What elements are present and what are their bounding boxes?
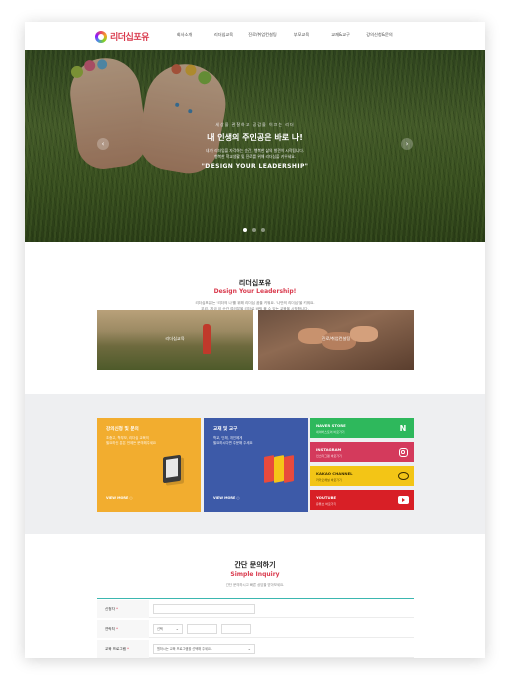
hero-slider: 세상을 관찰하고 공감을 이끄는 리더 내 인생의 주인공은 바로 나! 내가 … xyxy=(25,50,485,242)
photo-card-career[interactable]: 진로/취업컨설팅 xyxy=(258,310,414,370)
social-title: NAVER STORE xyxy=(316,423,346,428)
phone-middle-input[interactable] xyxy=(187,624,217,634)
naver-icon: N xyxy=(399,423,407,433)
hero-quote: "DESIGN YOUR LEADERSHIP" xyxy=(201,163,309,170)
card-description: 필요하신 분은 언제든 문의해주세요 xyxy=(106,441,157,445)
instagram-link[interactable]: INSTAGRAM 인스타그램 바로가기 xyxy=(310,442,414,462)
hero-tagline: 세상을 관찰하고 공감을 이끄는 리더 xyxy=(215,122,295,127)
kakao-channel-link[interactable]: KAKAO CHANNEL 카카오채널 바로가기 xyxy=(310,466,414,486)
chevron-right-icon: › xyxy=(405,140,409,148)
chevron-down-icon: ⌄ xyxy=(175,626,179,631)
photo-card-label: 진로/취업컨설팅 xyxy=(321,336,351,341)
slider-next-button[interactable]: › xyxy=(401,138,413,150)
social-title: KAKAO CHANNEL xyxy=(316,471,353,476)
kakao-icon xyxy=(397,470,409,482)
instagram-icon xyxy=(397,446,409,458)
hero-overlay xyxy=(25,50,485,242)
phone-label: 연락처 * xyxy=(97,620,149,638)
intro-subtitle: Design Your Leadership! xyxy=(213,288,297,295)
slider-dot[interactable] xyxy=(243,228,247,232)
book-icon xyxy=(264,455,274,483)
form-row-phone: 연락처 * 선택 ⌄ xyxy=(97,620,414,638)
phone-last-input[interactable] xyxy=(221,624,251,634)
lecture-inquiry-card[interactable]: 강의신청 및 문의 초중고, 학부모, 리더십 교육의 필요하신 분은 언제든 … xyxy=(97,418,201,512)
slider-dot[interactable] xyxy=(252,228,256,232)
program-select[interactable]: 원하시는 교육 프로그램을 선택해 주세요. ⌄ xyxy=(153,644,255,654)
slider-dot[interactable] xyxy=(261,228,265,232)
intro-description-line1: 리더십포유는 '리더의 나'를 위해 리더십 꿈을 키워요. '나만의 리더십'… xyxy=(195,301,315,305)
book-icon xyxy=(274,455,284,483)
social-description: 카카오채널 바로가기 xyxy=(316,478,342,482)
view-more-link[interactable]: VIEW MORE ○ xyxy=(213,496,239,500)
inquiry-subtitle: Simple Inquiry xyxy=(230,571,280,578)
site-header: 리더십포유 회사소개 리더십교육 진로/취업컨설팅 부모교육 교재&교구 강의신… xyxy=(25,22,485,50)
view-more-link[interactable]: VIEW MORE ○ xyxy=(106,496,132,500)
inquiry-description: 간단 문의하시고 빠른 상담을 받아보세요. xyxy=(225,583,285,587)
form-top-border xyxy=(97,598,414,599)
chevron-down-icon: ⌄ xyxy=(247,646,251,651)
inquiry-title: 간단 문의하기 xyxy=(234,561,276,569)
nav-item-about[interactable]: 회사소개 xyxy=(165,32,204,38)
book-icon xyxy=(284,455,294,483)
chevron-left-icon: ‹ xyxy=(101,140,105,148)
slider-prev-button[interactable]: ‹ xyxy=(97,138,109,150)
nav-item-inquiry[interactable]: 강의신청&문의 xyxy=(360,32,399,38)
social-description: 인스타그램 바로가기 xyxy=(316,454,342,458)
naver-store-link[interactable]: NAVER STORE 네이버스토어 바로가기 N xyxy=(310,418,414,438)
materials-card[interactable]: 교재 및 교구 학교, 단체, 개인에게 필요하시다면 주문해 주세요 VIEW… xyxy=(204,418,308,512)
hero-subtitle-line2: 행복한 학교생활 및 진로를 위해 리더십을 키우세요. xyxy=(214,154,296,159)
photo-card-label: 리더십교육 xyxy=(165,336,185,341)
youtube-link[interactable]: YOUTUBE 유튜브 바로가기 xyxy=(310,490,414,510)
social-description: 네이버스토어 바로가기 xyxy=(316,430,345,434)
nav-item-career[interactable]: 진로/취업컨설팅 xyxy=(243,32,282,38)
card-description: 필요하시다면 주문해 주세요 xyxy=(213,441,253,445)
youtube-icon xyxy=(397,494,409,506)
social-title: INSTAGRAM xyxy=(316,447,342,452)
logo-text: 리더십포유 xyxy=(110,33,149,43)
name-input[interactable] xyxy=(153,604,255,614)
site-logo[interactable]: 리더십포유 xyxy=(95,30,149,43)
program-label: 교육 프로그램 * xyxy=(97,640,149,658)
slider-pagination xyxy=(243,228,265,232)
main-nav: 회사소개 리더십교육 진로/취업컨설팅 부모교육 교재&교구 강의신청&문의 xyxy=(165,32,399,38)
nav-item-parent[interactable]: 부모교육 xyxy=(282,32,321,38)
social-title: YOUTUBE xyxy=(316,495,337,500)
form-row-program: 교육 프로그램 * 원하시는 교육 프로그램을 선택해 주세요. ⌄ xyxy=(97,640,414,658)
photo-card-leadership[interactable]: 리더십교육 xyxy=(97,310,253,370)
card-title: 강의신청 및 문의 xyxy=(106,427,139,432)
form-row-name: 신청자 * xyxy=(97,600,414,618)
phone-prefix-select[interactable]: 선택 ⌄ xyxy=(153,624,183,634)
logo-mark-icon xyxy=(95,30,107,43)
tablet-icon xyxy=(163,454,181,484)
social-description: 유튜브 바로가기 xyxy=(316,502,337,506)
page-card: 리더십포유 회사소개 리더십교육 진로/취업컨설팅 부모교육 교재&교구 강의신… xyxy=(25,22,485,658)
name-label: 신청자 * xyxy=(97,600,149,618)
card-title: 교재 및 교구 xyxy=(213,427,238,432)
nav-item-leadership[interactable]: 리더십교육 xyxy=(204,32,243,38)
hero-title: 내 인생의 주인공은 바로 나! xyxy=(207,133,303,142)
intro-title: 리더십포유 xyxy=(238,279,272,287)
nav-item-materials[interactable]: 교재&교구 xyxy=(321,32,360,38)
intro-description-line2: 우리, 지금 이 순간 여러분을 리더로 바꿔 볼 수 있는 교육을 시작합니다… xyxy=(201,307,309,311)
